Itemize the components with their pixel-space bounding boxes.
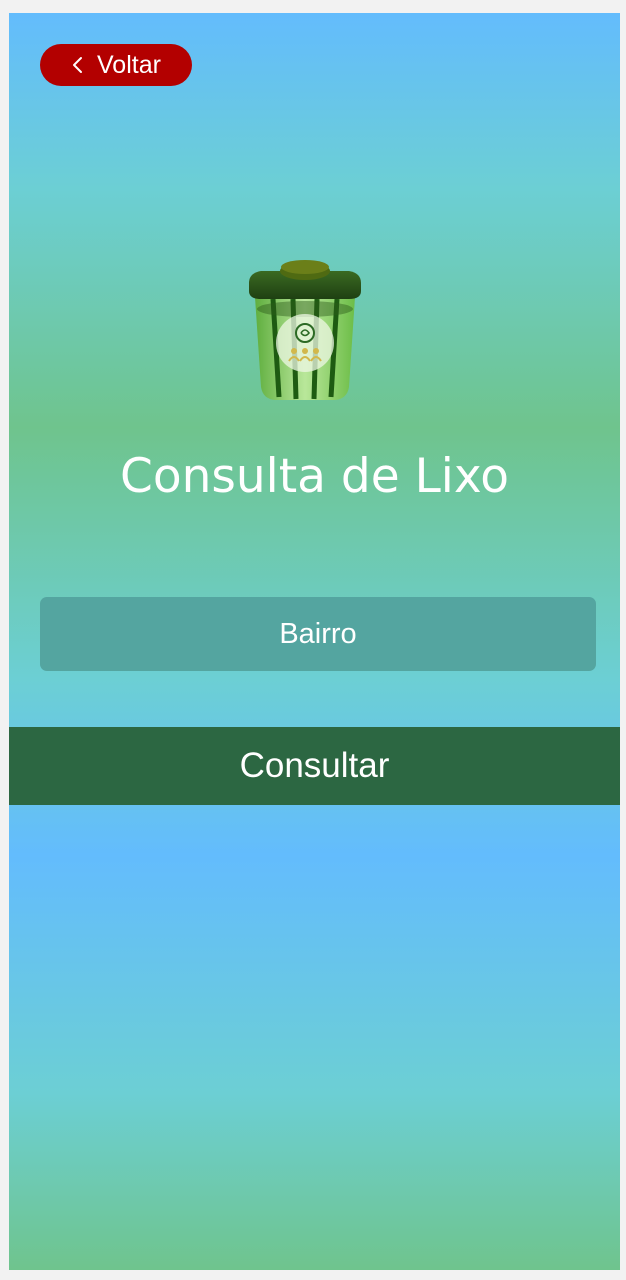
consult-button[interactable]: Consultar — [9, 727, 620, 805]
back-button-label: Voltar — [97, 51, 161, 79]
neighborhood-input[interactable]: Bairro — [40, 597, 596, 671]
back-button[interactable]: Voltar — [40, 44, 192, 86]
trash-bin-icon — [249, 260, 361, 400]
app-screen: Voltar Consulta de Lixo Bairro Consultar — [9, 13, 620, 1270]
page-title: Consulta de Lixo — [120, 449, 509, 504]
chevron-left-icon — [73, 57, 82, 73]
